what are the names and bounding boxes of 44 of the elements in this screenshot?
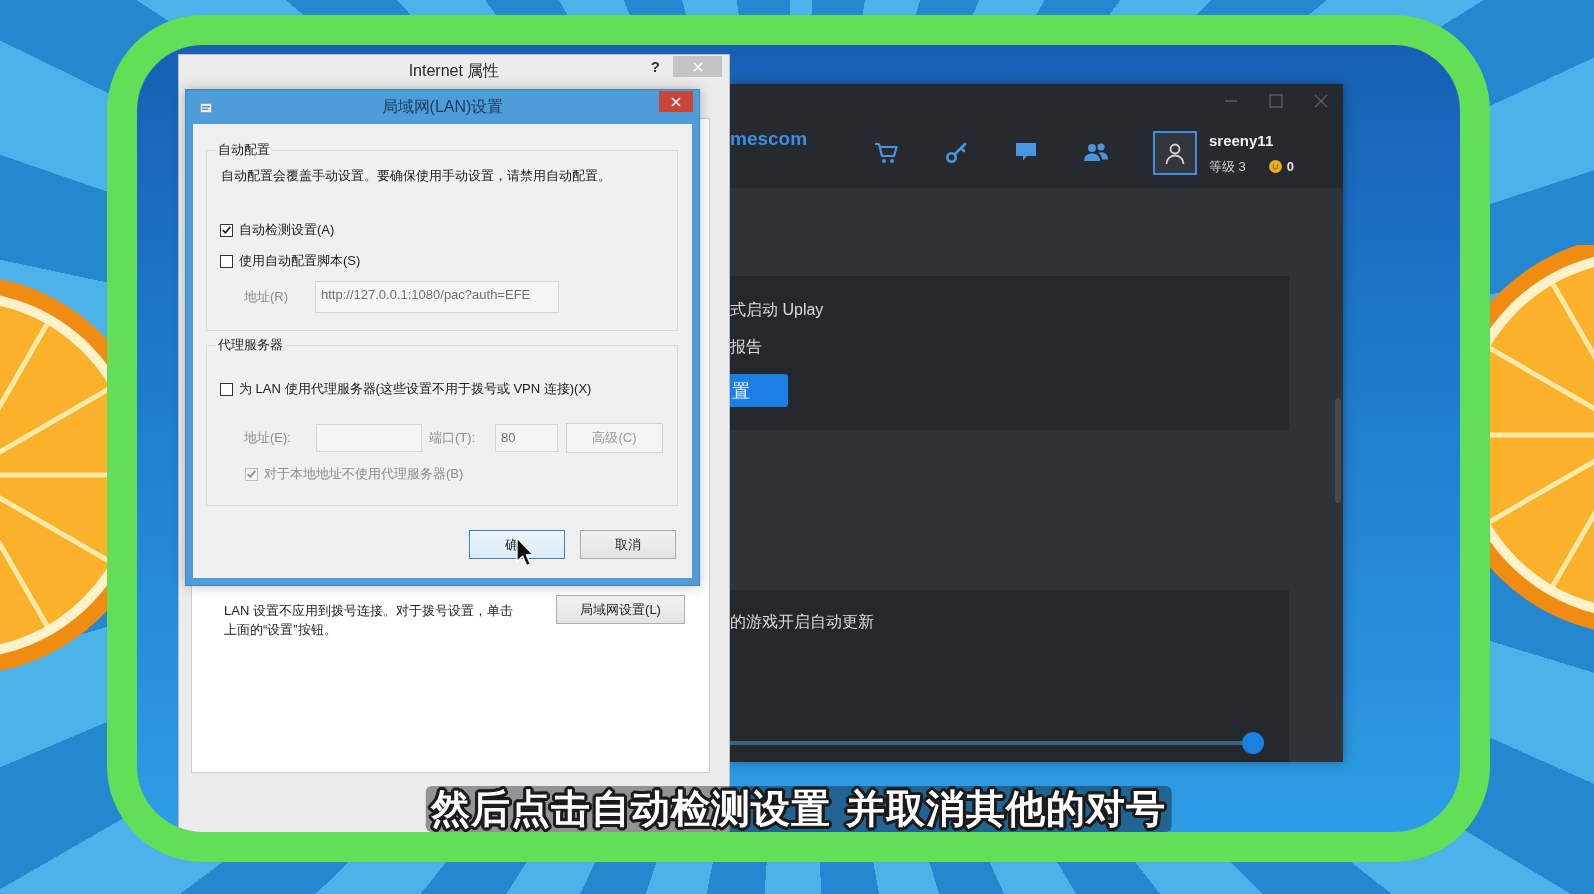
checkbox-label: 为 LAN 使用代理服务器(这些设置不用于拨号或 VPN 连接)(X) [239, 380, 592, 398]
checkbox[interactable] [220, 382, 233, 396]
info-text: LAN 设置不应用到拨号连接。对于拨号设置，单击上面的“设置”按钮。 [224, 602, 514, 639]
close-button[interactable] [659, 91, 693, 112]
setting-text: 报告 [730, 337, 762, 357]
help-button[interactable]: ? [649, 58, 661, 76]
slider-thumb[interactable] [1242, 732, 1264, 754]
ok-button[interactable]: 确 [469, 530, 565, 559]
checkbox[interactable] [220, 254, 233, 268]
coin-count: 0 [1286, 158, 1295, 175]
person-icon [1163, 141, 1187, 165]
window-icon [200, 103, 212, 113]
checkbox[interactable] [220, 223, 233, 237]
window-title: Internet 属性 [408, 61, 500, 81]
coin-icon [1268, 160, 1282, 173]
settings-button[interactable]: 置 [730, 374, 788, 407]
dialog-title: 局域网(LAN)设置 [381, 96, 504, 117]
checkbox-label: 对于本地地址不使用代理服务器(B) [264, 465, 464, 483]
group-label: 代理服务器 [217, 337, 284, 353]
cancel-button[interactable]: 取消 [580, 530, 676, 559]
user-name: sreeny11 [1209, 131, 1275, 150]
close-icon [671, 96, 681, 107]
subtitle-text: 然后点击自动检测设置 并取消其他的对号 [425, 786, 1172, 832]
brand-name: mescom [730, 128, 809, 150]
user-rank: 等级 3 [1209, 158, 1246, 175]
cart-icon[interactable] [874, 142, 898, 164]
field-label: 地址(R) [244, 288, 290, 306]
checkbox-label: 自动检测设置(A) [239, 221, 335, 239]
checkbox-label: 使用自动配置脚本(S) [239, 252, 361, 270]
key-icon[interactable] [945, 142, 967, 164]
field-label: 端口(T): [429, 429, 477, 447]
description-text: 自动配置会覆盖手动设置。要确保使用手动设置，请禁用自动配置。 [221, 167, 612, 185]
chat-icon[interactable] [1015, 142, 1037, 162]
close-icon [692, 61, 703, 72]
setting-text: 式启动 Uplay [730, 300, 824, 320]
lan-settings-button[interactable]: 局域网设置(L) [556, 595, 685, 624]
checkmark-icon [247, 470, 256, 478]
avatar-button[interactable] [1153, 131, 1197, 175]
setting-text: 的游戏开启自动更新 [730, 612, 874, 632]
checkmark-icon [222, 226, 231, 234]
field-label: 地址(E): [244, 429, 292, 447]
friends-icon[interactable] [1083, 142, 1109, 162]
cursor-icon [516, 537, 534, 568]
group-label: 自动配置 [217, 142, 271, 158]
